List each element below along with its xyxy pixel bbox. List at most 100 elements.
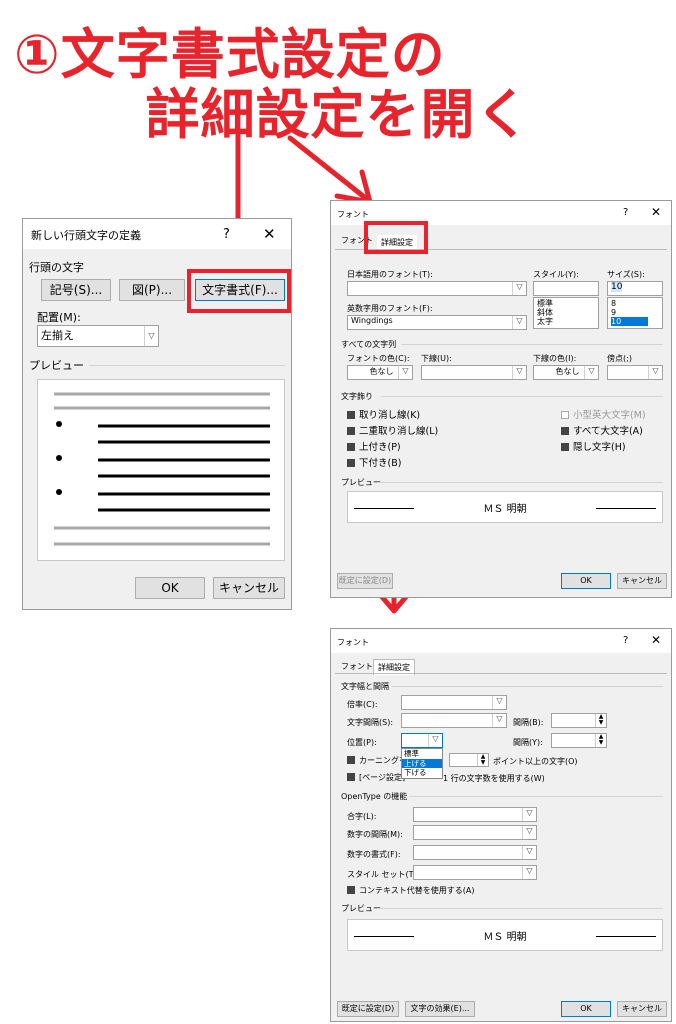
size-list[interactable]: 8 9 10 xyxy=(607,297,663,329)
underline-color-select[interactable]: 色なし ▽ xyxy=(533,365,599,380)
style-option[interactable]: 斜体 xyxy=(537,308,598,317)
size-input[interactable]: 10 xyxy=(607,281,663,296)
style-input[interactable] xyxy=(533,281,599,296)
font-advanced-dialog: フォント ? ✕ フォント 詳細設定 文字幅と間隔 倍率(C): ▽ 文字間隔(… xyxy=(330,628,672,1022)
jp-font-select[interactable]: ▽ xyxy=(347,281,527,296)
ok-button[interactable]: OK xyxy=(561,573,611,589)
stylistic-sets-select[interactable]: ▽ xyxy=(413,865,537,880)
spacing-by-spinner[interactable]: ▲ ▼ xyxy=(551,713,607,728)
checkbox-superscript[interactable]: 上付き(P) xyxy=(347,439,401,453)
size-option-selected[interactable]: 10 xyxy=(611,317,648,326)
spacing-select[interactable]: ▽ xyxy=(401,713,507,728)
close-icon[interactable]: ✕ xyxy=(651,633,661,647)
chevron-down-icon[interactable]: ▽ xyxy=(398,366,412,379)
scale-select[interactable]: ▽ xyxy=(401,695,507,710)
position-select[interactable]: ▽ xyxy=(401,733,443,748)
scale-label: 倍率(C): xyxy=(347,700,378,709)
style-label: スタイル(Y): xyxy=(533,270,579,279)
help-icon[interactable]: ? xyxy=(623,207,628,218)
alignment-value: 左揃え xyxy=(41,329,74,342)
checkbox-hidden[interactable]: 隠し文字(H) xyxy=(561,439,626,453)
ok-button[interactable]: OK xyxy=(135,577,205,599)
number-forms-select[interactable]: ▽ xyxy=(413,845,537,860)
chevron-down-icon[interactable]: ▽ xyxy=(522,846,536,859)
stylistic-sets-label: スタイル セット(T): xyxy=(347,870,420,879)
grid-suffix: 1 行の文字数を使用する(W) xyxy=(443,774,545,783)
checkbox-contextual-alternates[interactable]: コンテキスト代替を使用する(A) xyxy=(347,885,474,896)
latin-font-label: 英数字用のフォント(F): xyxy=(347,304,433,313)
size-value: 10 xyxy=(611,282,623,292)
position-label: 位置(P): xyxy=(347,738,377,747)
text-effects-button[interactable]: 文字の効果(E)... xyxy=(405,1001,475,1017)
all-text-label: すべての文字列 xyxy=(341,340,397,349)
ligatures-label: 合字(L): xyxy=(347,812,377,821)
jp-font-label: 日本語用のフォント(T): xyxy=(347,270,433,279)
number-spacing-label: 数字の間隔(M): xyxy=(347,830,403,839)
chevron-down-icon[interactable]: ▽ xyxy=(512,282,526,295)
kerning-suffix: ポイント以上の文字(O) xyxy=(493,757,578,766)
chevron-down-icon[interactable]: ▽ xyxy=(584,366,598,379)
size-option[interactable]: 9 xyxy=(611,308,662,317)
position-option-normal[interactable]: 標準 xyxy=(402,749,442,759)
underline-select[interactable]: ▽ xyxy=(421,365,527,380)
preview-graphic xyxy=(54,392,270,546)
highlight-font-button xyxy=(187,269,291,313)
opentype-section-label: OpenType の機能 xyxy=(341,792,408,801)
number-forms-label: 数字の書式(F): xyxy=(347,850,401,859)
cancel-button[interactable]: キャンセル xyxy=(213,577,285,599)
chevron-down-icon[interactable]: ▽ xyxy=(522,808,536,821)
chevron-down-icon[interactable]: ▽ xyxy=(512,316,526,329)
set-default-button[interactable]: 既定に設定(D) xyxy=(337,1001,399,1017)
underline-color-value: 色なし xyxy=(555,367,580,376)
chevron-down-icon[interactable]: ▽ xyxy=(492,714,506,727)
chevron-down-icon[interactable]: ▽ xyxy=(428,734,442,747)
position-by-spinner[interactable]: ▲ ▼ xyxy=(551,733,607,748)
style-list[interactable]: 標準 斜体 太字 xyxy=(533,297,599,329)
highlight-advanced-tab xyxy=(364,221,428,254)
position-dropdown-list[interactable]: 標準 上げる 下げる xyxy=(401,748,443,779)
checkbox-small-caps[interactable]: 小型英大文字(M) xyxy=(561,407,646,421)
ok-button[interactable]: OK xyxy=(561,1001,611,1017)
position-by-label: 間隔(Y): xyxy=(513,738,543,747)
chevron-down-icon[interactable]: ▽ xyxy=(648,366,662,379)
position-option-lower[interactable]: 下げる xyxy=(402,768,442,778)
set-default-button[interactable]: 既定に設定(D) xyxy=(337,573,393,589)
emphasis-select[interactable]: ▽ xyxy=(607,365,663,380)
cancel-button[interactable]: キャンセル xyxy=(617,573,667,589)
chevron-down-icon[interactable]: ▽ xyxy=(512,366,526,379)
checkbox-page-grid[interactable]: [ページ設定] xyxy=(347,772,405,783)
latin-font-select[interactable]: Wingdings ▽ xyxy=(347,315,527,330)
checkbox-double-strikethrough[interactable]: 二重取り消し線(L) xyxy=(347,423,438,437)
size-option[interactable]: 8 xyxy=(611,299,662,308)
font-dialog: フォント ? ✕ フォント 詳細設定 日本語用のフォント(T): スタイル(Y)… xyxy=(330,200,672,598)
style-option[interactable]: 太字 xyxy=(537,317,598,326)
checkbox-all-caps[interactable]: すべて大文字(A) xyxy=(561,423,643,437)
tab-font[interactable]: フォント xyxy=(341,661,373,672)
size-label: サイズ(S): xyxy=(607,270,645,279)
position-option-raise[interactable]: 上げる xyxy=(402,758,442,768)
cancel-button[interactable]: キャンセル xyxy=(617,1001,667,1017)
title-bar: フォント ? ✕ xyxy=(331,629,671,653)
underline-color-label: 下線の色(I): xyxy=(533,354,577,363)
symbol-button[interactable]: 記号(S)... xyxy=(41,279,111,301)
font-color-label: フォントの色(C): xyxy=(347,354,410,363)
close-icon[interactable]: ✕ xyxy=(651,205,661,219)
picture-button[interactable]: 図(P)... xyxy=(119,279,185,301)
chevron-down-icon[interactable]: ▽ xyxy=(144,326,158,346)
ligatures-select[interactable]: ▽ xyxy=(413,807,537,822)
kerning-spinner[interactable]: ▲ ▼ xyxy=(449,753,489,767)
checkbox-subscript[interactable]: 下付き(B) xyxy=(347,455,401,469)
chevron-down-icon[interactable]: ▽ xyxy=(522,826,536,839)
chevron-down-icon[interactable]: ▽ xyxy=(492,696,506,709)
help-icon[interactable]: ? xyxy=(223,227,230,242)
alignment-select[interactable]: 左揃え ▽ xyxy=(37,325,159,347)
spacing-label: 文字間隔(S): xyxy=(347,718,394,727)
font-color-select[interactable]: 色なし ▽ xyxy=(347,365,413,380)
close-icon[interactable]: ✕ xyxy=(263,225,276,243)
chevron-down-icon[interactable]: ▽ xyxy=(522,866,536,879)
help-icon[interactable]: ? xyxy=(623,635,628,646)
style-option[interactable]: 標準 xyxy=(537,299,598,308)
bullet-preview xyxy=(37,379,285,561)
checkbox-strikethrough[interactable]: 取り消し線(K) xyxy=(347,407,420,421)
number-spacing-select[interactable]: ▽ xyxy=(413,825,537,840)
